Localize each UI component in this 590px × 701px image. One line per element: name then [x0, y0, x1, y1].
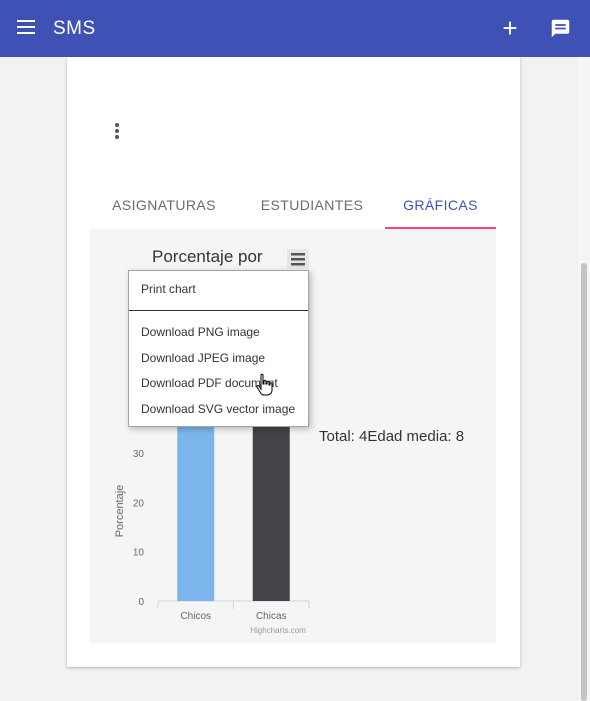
menu-item-download-pdf[interactable]: Download PDF document [129, 372, 308, 394]
tab-bar: ASIGNATURAS ESTUDIANTES GRÁFICAS [90, 187, 496, 229]
chart-summary-text: Total: 4Edad media: 8 [319, 428, 464, 445]
tab-asignaturas[interactable]: ASIGNATURAS [90, 187, 238, 229]
menu-separator [129, 310, 308, 311]
app-bar: SMS + [0, 0, 590, 57]
chart-credits[interactable]: Highcharts.com [250, 626, 306, 635]
menu-item-download-jpeg[interactable]: Download JPEG image [129, 347, 308, 369]
y-tick-label: 0 [138, 597, 144, 608]
chart-title: Porcentaje por [152, 247, 263, 266]
x-tick-label: Chicas [256, 611, 287, 622]
hand-cursor-icon [256, 373, 273, 396]
chart-menu-button[interactable] [287, 249, 309, 269]
chart-export-menu: Print chart Download PNG image Download … [128, 270, 309, 427]
chat-icon[interactable] [550, 18, 571, 39]
y-tick-label: 20 [133, 498, 145, 509]
y-tick-label: 10 [133, 548, 145, 559]
page-scrollbar[interactable] [578, 57, 590, 701]
tab-estudiantes[interactable]: ESTUDIANTES [238, 187, 386, 229]
tab-graficas[interactable]: GRÁFICAS [385, 187, 496, 229]
hamburger-menu-icon[interactable] [17, 20, 35, 35]
x-tick-label: Chicos [180, 611, 211, 622]
app-title: SMS [53, 18, 96, 39]
menu-item-download-svg[interactable]: Download SVG vector image [129, 398, 308, 420]
scrollbar-thumb[interactable] [581, 263, 587, 701]
menu-item-download-png[interactable]: Download PNG image [129, 321, 308, 343]
more-options-icon[interactable] [113, 120, 121, 142]
menu-item-print-chart[interactable]: Print chart [129, 278, 308, 300]
y-axis-label: Porcentaje [114, 485, 126, 538]
y-tick-label: 30 [133, 449, 145, 460]
add-icon[interactable]: + [498, 14, 522, 42]
